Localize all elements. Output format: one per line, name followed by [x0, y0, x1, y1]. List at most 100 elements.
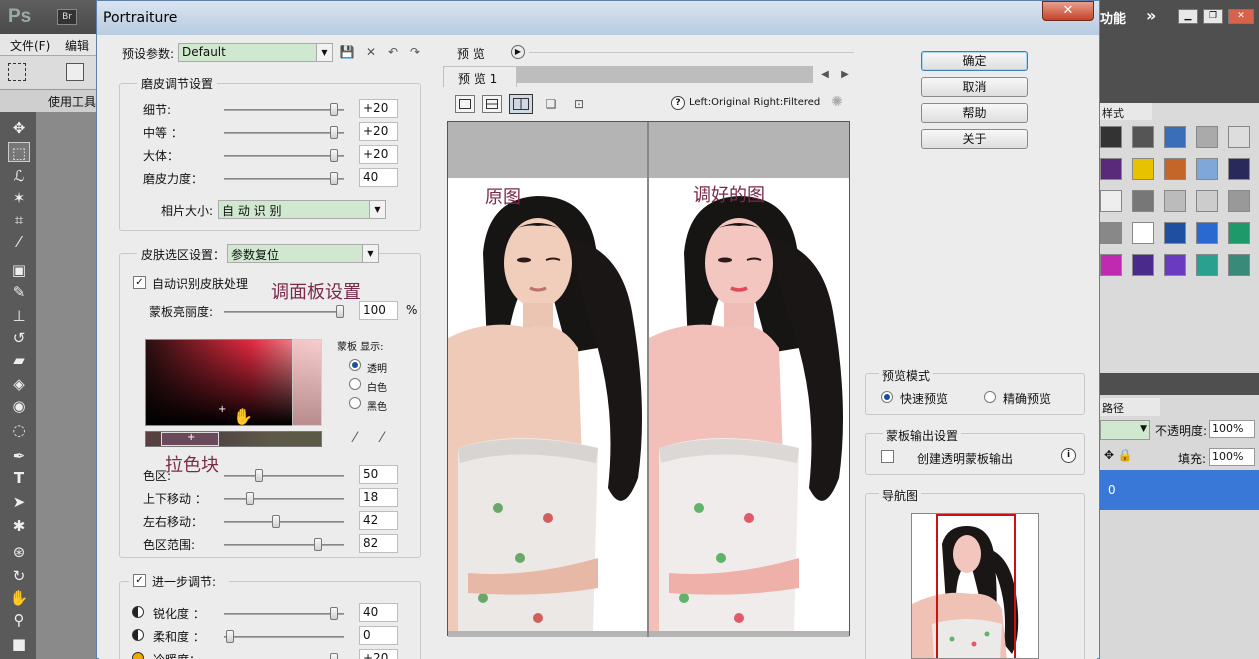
layer-lock-icon[interactable]: ✥ 🔒: [1104, 448, 1133, 462]
color-range-selection[interactable]: +: [161, 432, 219, 446]
zoom-tool-icon[interactable]: ⚲: [8, 610, 30, 630]
new-window-icon[interactable]: ❏: [543, 97, 559, 111]
slider-value-input[interactable]: 82: [359, 534, 398, 553]
slider-thumb[interactable]: [246, 492, 254, 505]
marquee-tool-icon[interactable]: ⬚: [8, 142, 30, 162]
tab-prev-icon[interactable]: ◀: [817, 68, 833, 82]
split-horizontal-button[interactable]: [482, 95, 502, 113]
mask-display-radio[interactable]: [349, 359, 361, 371]
magic-wand-icon[interactable]: ✶: [8, 188, 30, 208]
undo-icon[interactable]: ↶: [385, 45, 401, 59]
paths-tab[interactable]: 路径: [1100, 398, 1160, 416]
slider-thumb[interactable]: [272, 515, 280, 528]
slider-value-input[interactable]: +20: [359, 122, 398, 141]
new-selection-icon[interactable]: [66, 63, 84, 81]
info-icon[interactable]: i: [1061, 448, 1076, 463]
style-swatch[interactable]: [1132, 222, 1154, 244]
style-swatch[interactable]: [1164, 158, 1186, 180]
slider-value-input[interactable]: 0: [359, 626, 398, 645]
skin-mask-select[interactable]: 参数复位 ▼: [227, 244, 379, 263]
style-swatch[interactable]: [1164, 254, 1186, 276]
fit-view-icon[interactable]: ⊡: [571, 97, 587, 111]
healing-tool-icon[interactable]: ▣: [8, 260, 30, 280]
slider-thumb[interactable]: [330, 149, 338, 162]
style-swatch[interactable]: [1196, 190, 1218, 212]
style-swatch[interactable]: [1100, 126, 1122, 148]
slider-value-input[interactable]: 40: [359, 603, 398, 622]
menu-file[interactable]: 文件(F): [10, 37, 50, 54]
style-swatch[interactable]: [1228, 254, 1250, 276]
mask-brightness-slider[interactable]: [224, 305, 344, 318]
navigator-view-box[interactable]: [936, 514, 1016, 658]
crop-tool-icon[interactable]: ⌗: [8, 210, 30, 230]
help-button[interactable]: 帮助: [921, 103, 1028, 123]
color-swatch-icon[interactable]: ■: [8, 634, 30, 654]
slider-thumb[interactable]: [255, 469, 263, 482]
style-swatch[interactable]: [1196, 158, 1218, 180]
3d-orbit-icon[interactable]: ↻: [8, 566, 30, 586]
marquee-option-icon[interactable]: [8, 63, 26, 81]
type-tool-icon[interactable]: T: [8, 468, 30, 488]
slider-track[interactable]: [224, 607, 344, 620]
bucket-tool-icon[interactable]: ◈: [8, 374, 30, 394]
slider-value-input[interactable]: 18: [359, 488, 398, 507]
mask-brightness-input[interactable]: 100: [359, 301, 398, 320]
slider-thumb[interactable]: [314, 538, 322, 551]
style-swatch[interactable]: [1100, 190, 1122, 212]
style-swatch[interactable]: [1228, 158, 1250, 180]
eraser-tool-icon[interactable]: ▰: [8, 350, 30, 370]
styles-tab[interactable]: 样式: [1100, 103, 1152, 120]
slider-thumb[interactable]: [336, 305, 344, 318]
hand-tool-icon[interactable]: ✋: [8, 588, 30, 608]
slider-value-input[interactable]: +20: [359, 145, 398, 164]
style-swatch[interactable]: [1132, 126, 1154, 148]
save-preset-icon[interactable]: 💾: [339, 45, 355, 59]
style-swatch[interactable]: [1100, 158, 1122, 180]
style-swatch[interactable]: [1100, 254, 1122, 276]
photo-size-select[interactable]: 自 动 识 别 ▼: [218, 200, 386, 219]
dialog-close-button[interactable]: ✕: [1042, 1, 1094, 21]
slider-thumb[interactable]: [330, 653, 338, 659]
style-swatch[interactable]: [1196, 222, 1218, 244]
slider-value-input[interactable]: +20: [359, 99, 398, 118]
slider-track[interactable]: [224, 515, 344, 528]
dodge-tool-icon[interactable]: ◌: [8, 420, 30, 440]
tab-next-icon[interactable]: ▶: [837, 68, 853, 82]
slider-value-input[interactable]: 50: [359, 465, 398, 484]
slider-track[interactable]: [224, 172, 344, 185]
fill-input[interactable]: 100%: [1209, 448, 1255, 466]
move-tool-icon[interactable]: ✥: [8, 118, 30, 138]
style-swatch[interactable]: [1228, 126, 1250, 148]
style-swatch[interactable]: [1132, 254, 1154, 276]
close-app-icon[interactable]: ✕: [1228, 9, 1254, 24]
style-swatch[interactable]: [1132, 190, 1154, 212]
mask-display-radio[interactable]: [349, 378, 361, 390]
accurate-preview-radio[interactable]: [984, 391, 996, 403]
restore-icon[interactable]: ❐: [1203, 9, 1223, 24]
style-swatch[interactable]: [1228, 190, 1250, 212]
blend-mode-select[interactable]: ▼: [1100, 420, 1150, 440]
workspace-chevron-icon[interactable]: »: [1146, 6, 1156, 25]
pen-tool-icon[interactable]: ✒: [8, 446, 30, 466]
style-swatch[interactable]: [1196, 126, 1218, 148]
slider-thumb[interactable]: [226, 630, 234, 643]
style-swatch[interactable]: [1100, 222, 1122, 244]
style-swatch[interactable]: [1228, 222, 1250, 244]
eyedropper-plus-icon[interactable]: ⁄: [374, 431, 390, 445]
slider-track[interactable]: [224, 149, 344, 162]
slider-thumb[interactable]: [330, 126, 338, 139]
opacity-input[interactable]: 100%: [1209, 420, 1255, 438]
shape-tool-icon[interactable]: ✱: [8, 516, 30, 536]
slider-track[interactable]: [224, 492, 344, 505]
minimize-icon[interactable]: ▁: [1178, 9, 1198, 24]
slider-thumb[interactable]: [330, 103, 338, 116]
history-brush-icon[interactable]: ↺: [8, 328, 30, 348]
layer-row-selected[interactable]: 0: [1100, 470, 1259, 510]
style-swatch[interactable]: [1132, 158, 1154, 180]
help-icon[interactable]: ?: [671, 96, 685, 110]
style-swatch[interactable]: [1164, 222, 1186, 244]
preview-tab[interactable]: 预 览 1: [443, 66, 517, 87]
eyedropper-icon[interactable]: ⁄: [347, 431, 363, 445]
menu-edit[interactable]: 编辑: [65, 37, 89, 54]
preset-select[interactable]: Default ▼: [178, 43, 333, 62]
